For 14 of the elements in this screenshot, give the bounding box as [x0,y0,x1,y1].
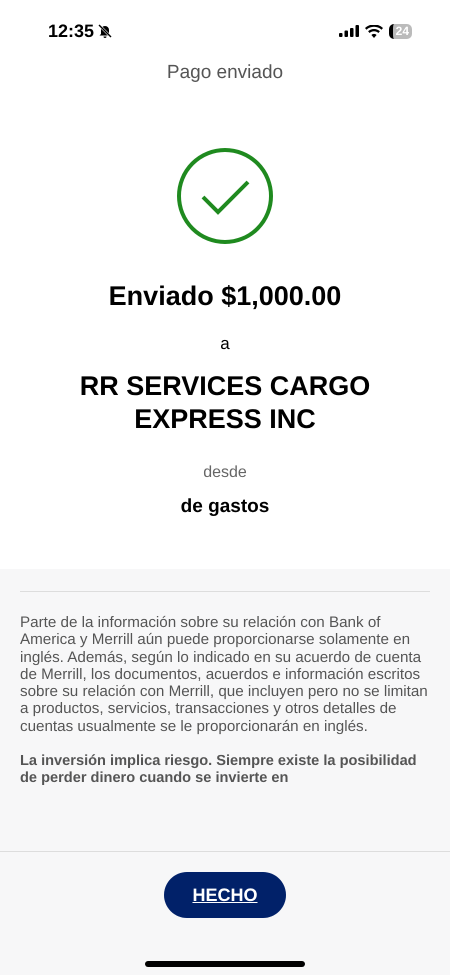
sent-amount: Enviado $1,000.00 [108,281,342,312]
account-name: de gastos [180,496,270,518]
disclosure-text: Parte de la información sobre su relación con Bank of America y Merrill aún puede proporcionarse solamente en inglés. Además, según lo indicado en su acuerdo de cuenta de Merrill, los documentos, acuerdos e información escritos sobre su relación con Merrill, que incluyen pero no se limitan a productos, servicios, transacciones y otros detalles de cuentas usualmente se le proporcionarán en inglés. [20,614,429,736]
clock: 12:35 [48,20,94,42]
battery-icon: 24 [388,24,412,38]
to-label: a [220,334,230,354]
done-button[interactable]: HECHO [164,872,286,918]
recipient-name: RR SERVICES CARGO EXPRESS INC [78,370,372,436]
from-label: desde [203,464,247,482]
wifi-icon [364,24,383,38]
disclosure-text: La inversión implica riesgo. Siempre existe la posibilidad de perder dinero cuando se invierte en [20,753,418,788]
checkmark-circle-icon [176,147,274,245]
screen-title: Pago enviado [166,62,284,83]
signal-icon [338,25,359,37]
